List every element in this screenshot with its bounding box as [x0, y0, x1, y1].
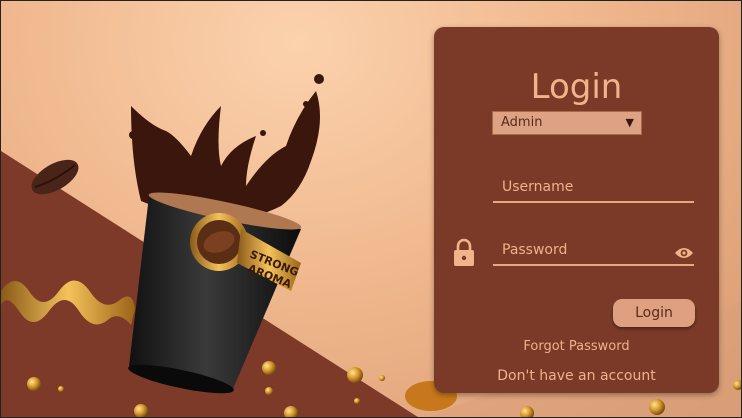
- username-field: [493, 175, 694, 203]
- eye-icon[interactable]: [674, 246, 694, 260]
- dropdown-caret-icon: ▼: [625, 116, 634, 129]
- role-dropdown-value: Admin: [501, 115, 543, 130]
- login-panel: Login Admin ▼ Login Forgot Password Don'…: [434, 27, 719, 393]
- login-title: Login: [530, 67, 623, 107]
- role-dropdown[interactable]: Admin ▼: [492, 111, 642, 135]
- password-field: [493, 238, 694, 266]
- password-input[interactable]: [493, 238, 672, 262]
- forgot-password-link[interactable]: Forgot Password: [434, 339, 719, 354]
- username-input[interactable]: [493, 175, 672, 199]
- app-window: STRONG AROMA Login Admin ▼ Username Logi…: [0, 0, 742, 418]
- no-account-link[interactable]: Don't have an account: [434, 368, 719, 384]
- lock-icon: [454, 238, 474, 266]
- login-button[interactable]: Login: [613, 299, 695, 327]
